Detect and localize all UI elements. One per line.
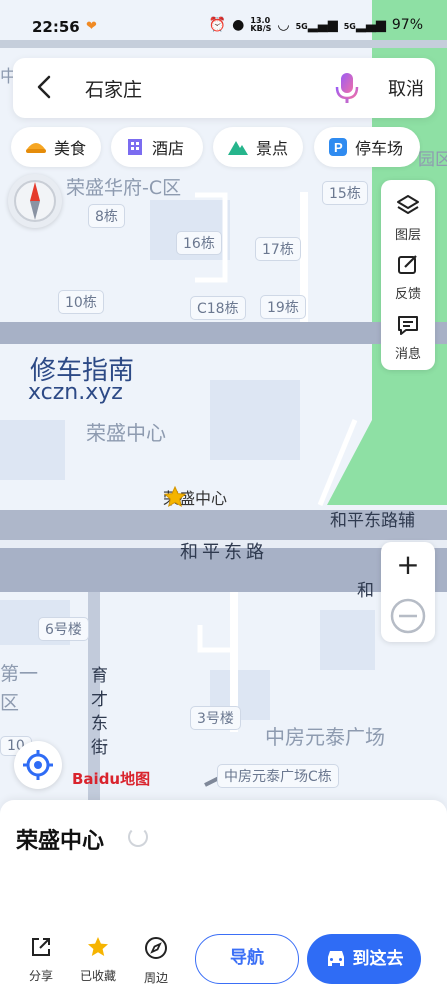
zoom-controls: + [381, 542, 435, 642]
poi-marker[interactable]: 荣盛中心 [163, 485, 227, 509]
layers-button[interactable]: 图层 [381, 188, 435, 248]
zoom-out-button[interactable] [381, 594, 435, 642]
building-label: 10栋 [58, 290, 104, 314]
scenic-icon [228, 141, 248, 155]
building-label: 8栋 [88, 204, 125, 228]
search-query[interactable]: 石家庄 [85, 75, 142, 102]
street-label: 育才东街 [91, 666, 108, 758]
building-label: 中房元泰广场C栋 [217, 764, 339, 788]
road-label: 和平东路 [180, 542, 268, 563]
map-view[interactable]: 中 园区 荣盛华府-C区 8栋 15栋 16栋 17栋 10栋 C18栋 19栋… [0, 0, 447, 800]
svg-text:P: P [334, 140, 343, 155]
chip-food[interactable]: 美食 [11, 127, 101, 167]
district-label: 区 [0, 692, 20, 714]
chip-label: 停车场 [355, 139, 404, 158]
layers-label: 图层 [394, 228, 421, 243]
location-icon: ● [232, 17, 245, 33]
parking-icon: P [329, 138, 347, 156]
car-icon [327, 951, 344, 966]
bottom-action-bar: 分享 已收藏 周边 导航 到这去 [0, 916, 447, 1000]
compass-nearby-icon [145, 937, 167, 959]
area-label: 荣盛中心 [86, 421, 166, 445]
building-label: C18栋 [190, 296, 246, 320]
status-bar: 22:56 ❤ ⏰ ● 13.0 KB/S ◡ 5G▂▄▆ 5G▂▄▆ 97% [0, 0, 447, 52]
feedback-label: 反馈 [394, 287, 421, 302]
food-icon [26, 143, 46, 153]
heart-icon: ❤ [86, 19, 97, 34]
chip-label: 美食 [54, 139, 87, 158]
star-icon [163, 485, 187, 508]
chip-hotel[interactable]: 酒店 [111, 127, 203, 167]
place-title: 荣盛中心 [16, 829, 105, 854]
layers-icon [397, 195, 419, 214]
share-icon [32, 938, 50, 956]
chip-scenic[interactable]: 景点 [213, 127, 303, 167]
compass-icon [14, 180, 56, 222]
road-label: 和 [357, 581, 374, 601]
chip-label: 酒店 [152, 139, 185, 158]
navigate-button[interactable]: 导航 [195, 934, 299, 984]
district-label: 第一 [0, 663, 39, 685]
net-speed: 13.0 KB/S [250, 16, 272, 33]
signal-icon: 5G▂▄▆ [343, 17, 386, 33]
status-time: 22:56 [32, 18, 80, 36]
building-label: 17栋 [255, 237, 301, 261]
minus-icon [390, 598, 426, 634]
messages-button[interactable]: 消息 [381, 307, 435, 367]
hotel-icon [128, 139, 142, 155]
chip-parking[interactable]: P 停车场 [314, 127, 420, 167]
go-here-label: 到这去 [352, 949, 404, 969]
district-label: 荣盛华府-C区 [66, 177, 182, 199]
plaza-label: 中房元泰广场 [265, 725, 385, 749]
map-edge-label: 园区 [418, 150, 447, 170]
star-filled-icon [88, 937, 108, 956]
building-label: 15栋 [322, 181, 368, 205]
map-tools-panel: 图层 反馈 消息 [381, 180, 435, 370]
building-label: 3号楼 [190, 706, 241, 730]
building-label: 19栋 [260, 295, 306, 319]
back-button[interactable] [33, 74, 57, 104]
status-icons: ⏰ ● 13.0 KB/S ◡ 5G▂▄▆ 5G▂▄▆ 97% [208, 16, 423, 34]
battery-level: 97% [391, 17, 423, 33]
building-label: 6号楼 [38, 617, 89, 641]
microphone-icon [335, 73, 359, 103]
wifi-icon: ◡ [277, 17, 290, 33]
saved-button[interactable]: 已收藏 [73, 936, 123, 984]
zoom-in-button[interactable]: + [381, 542, 435, 590]
chip-label: 景点 [256, 139, 289, 158]
building-label: 16栋 [176, 231, 222, 255]
loading-spinner-icon [128, 827, 148, 847]
go-here-button[interactable]: 到这去 [307, 934, 421, 984]
search-bar[interactable]: 石家庄 取消 [13, 58, 435, 118]
location-target-icon [23, 750, 53, 780]
plus-icon: + [396, 548, 420, 581]
compass-button[interactable] [8, 174, 62, 228]
cancel-button[interactable]: 取消 [388, 75, 424, 101]
back-arrow-icon [37, 75, 51, 99]
signal-icon: 5G▂▄▆ [295, 17, 338, 33]
watermark-url: xczn.xyz [28, 380, 123, 405]
feedback-button[interactable]: 反馈 [381, 247, 435, 307]
road-label: 和平东路辅 [330, 511, 415, 531]
share-button[interactable]: 分享 [16, 936, 66, 984]
locate-me-button[interactable] [14, 741, 62, 789]
messages-label: 消息 [394, 347, 421, 362]
nearby-button[interactable]: 周边 [131, 936, 181, 986]
message-icon [398, 316, 418, 335]
edit-icon [398, 255, 417, 274]
alarm-icon: ⏰ [208, 17, 227, 33]
baidu-logo: Baidu地图 [72, 770, 151, 788]
voice-search-button[interactable] [335, 71, 359, 109]
